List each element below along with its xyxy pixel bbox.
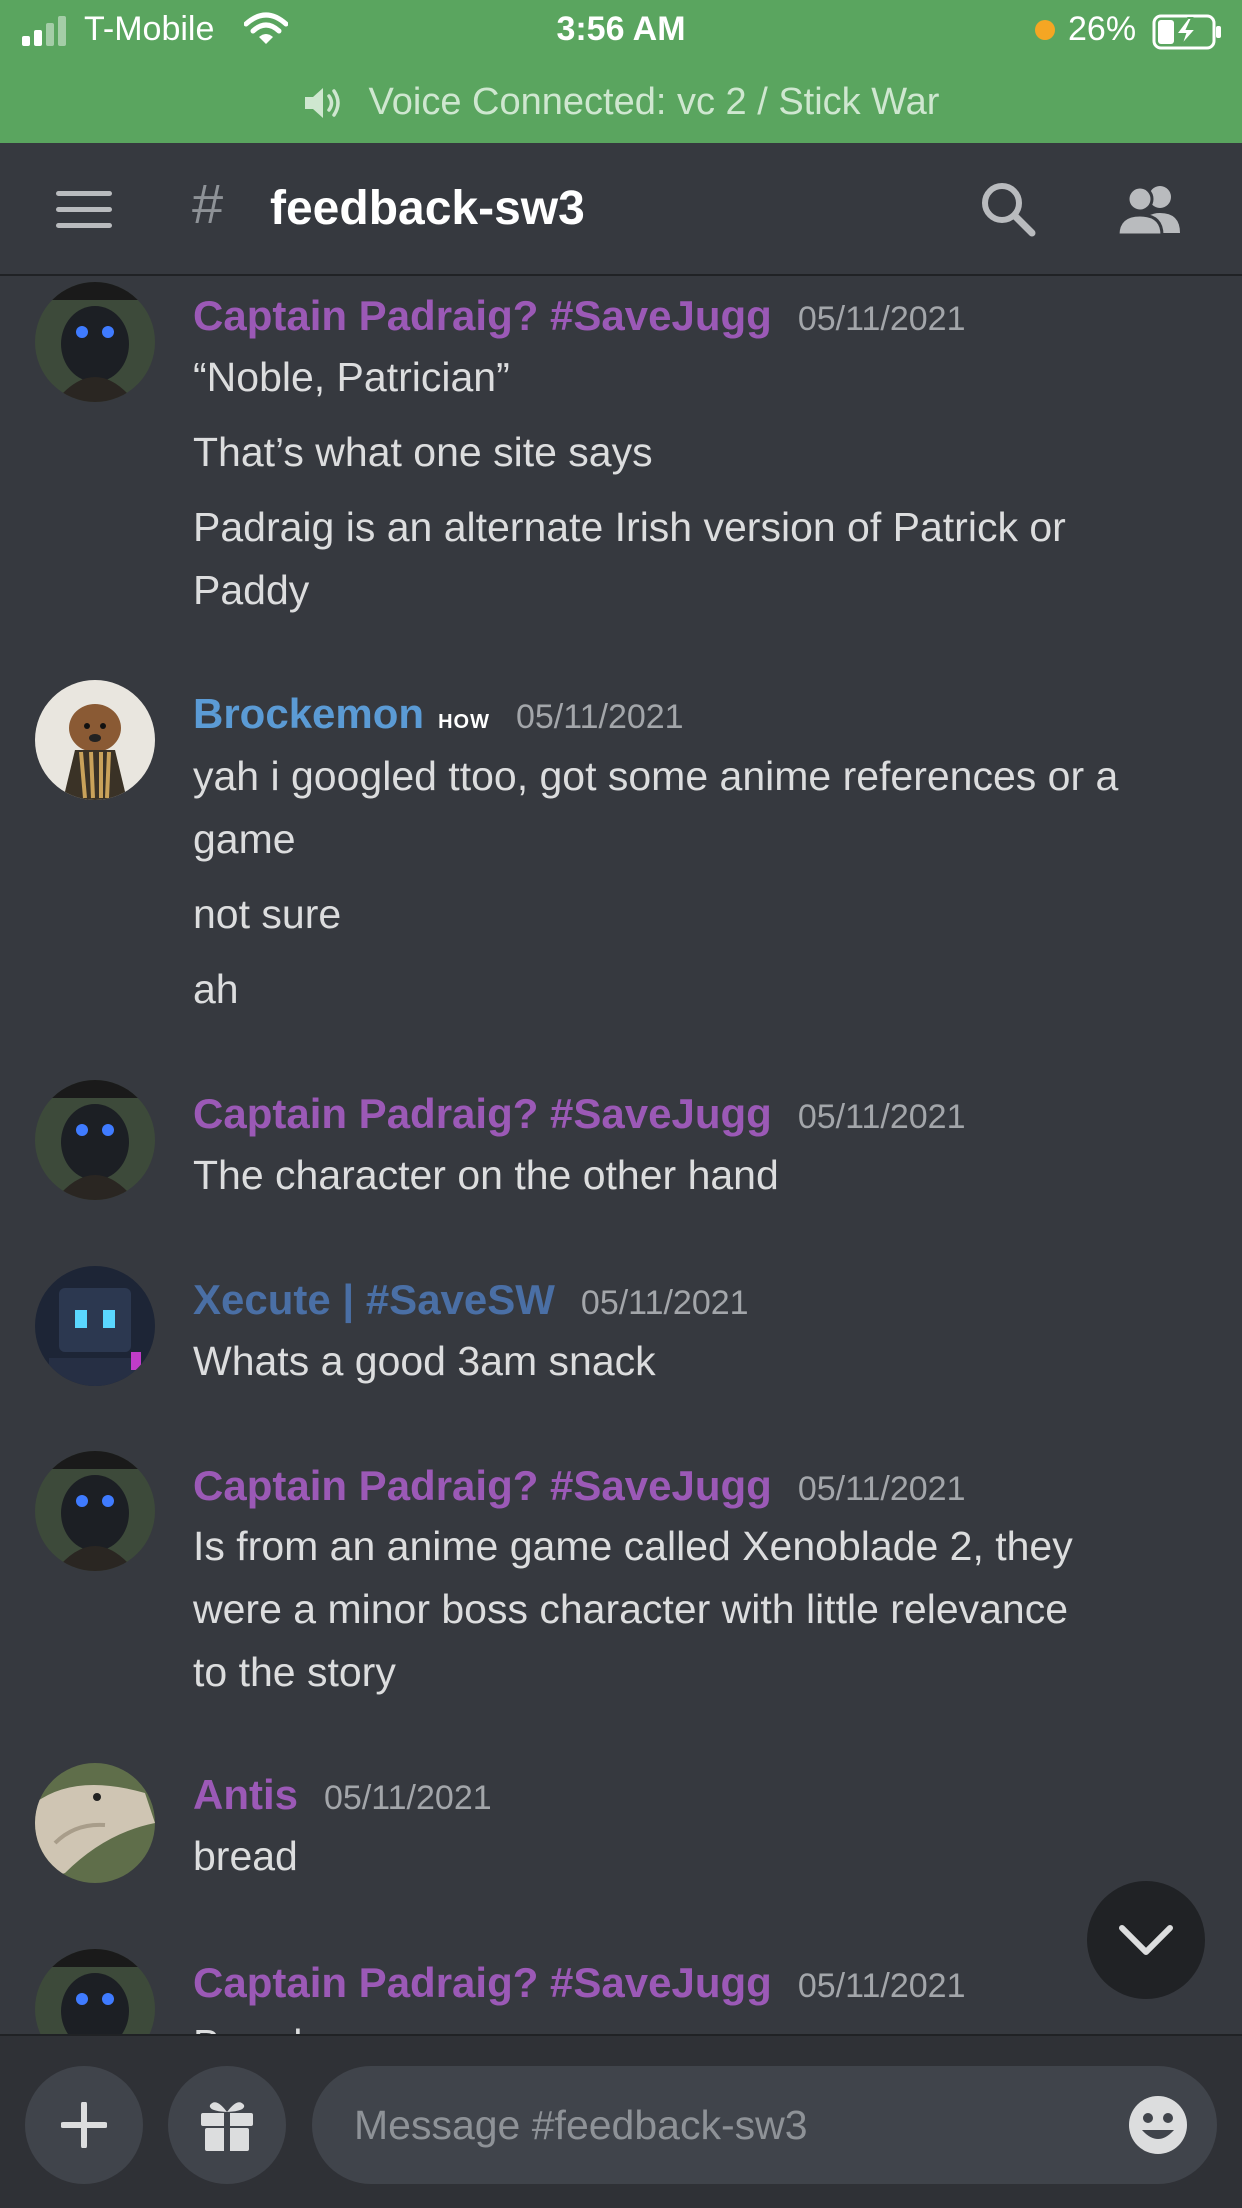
message-author[interactable]: Captain Padraig? #SaveJugg xyxy=(193,292,772,340)
channel-header: # feedback-sw3 xyxy=(0,143,1242,276)
message-author[interactable]: Antis xyxy=(193,1771,298,1819)
masked-character-avatar[interactable] xyxy=(35,1451,155,1571)
message-author[interactable]: Brockemon xyxy=(193,690,424,738)
message-text: not sure xyxy=(193,891,342,937)
channel-name: feedback-sw3 xyxy=(270,182,585,235)
message-text: game xyxy=(193,816,296,862)
gift-icon xyxy=(201,2102,253,2151)
lizard-avatar[interactable] xyxy=(35,1763,155,1883)
message-text: yah i googled ttoo, got some anime refer… xyxy=(193,753,1119,799)
message-header: Antis 05/11/2021 xyxy=(193,1771,492,1819)
jump-to-present-button[interactable] xyxy=(1087,1881,1205,1999)
clock: 3:56 AM xyxy=(556,10,686,48)
message-text: to the story xyxy=(193,1649,396,1695)
message-text: Paddy xyxy=(193,567,310,613)
user-tag: HOW xyxy=(438,711,490,733)
status-bar: T-Mobile 3:56 AM 26% xyxy=(0,0,1242,62)
message-text: That’s what one site says xyxy=(193,429,653,475)
voice-banner-text: Voice Connected: vc 2 / Stick War xyxy=(368,81,940,123)
add-attachment-button[interactable] xyxy=(25,2066,143,2184)
members-icon[interactable] xyxy=(1118,183,1184,237)
message-timestamp: 05/11/2021 xyxy=(580,1284,749,1322)
masked-character-avatar[interactable] xyxy=(35,1949,155,2034)
message-text: Whats a good 3am snack xyxy=(193,1338,656,1384)
message-text: were a minor boss character with little … xyxy=(193,1586,1069,1632)
battery-percent: 26% xyxy=(1068,10,1137,48)
message-timestamp: 05/11/2021 xyxy=(797,1470,966,1508)
speaker-icon xyxy=(304,87,340,118)
message-text: The character on the other hand xyxy=(193,1152,779,1198)
message-header: Captain Padraig? #SaveJugg 05/11/2021 xyxy=(193,1090,966,1138)
plus-icon xyxy=(61,2102,107,2148)
message-header: Captain Padraig? #SaveJugg 05/11/2021 xyxy=(193,1462,966,1510)
masked-character-avatar[interactable] xyxy=(35,282,155,402)
message-text: bread xyxy=(193,1833,298,1879)
message-author[interactable]: Captain Padraig? #SaveJugg xyxy=(193,1462,772,1510)
battery-charging-icon xyxy=(1152,14,1221,50)
privacy-indicator-dot xyxy=(1035,20,1055,40)
chevron-down-icon xyxy=(1119,1925,1173,1955)
message-timestamp: 05/11/2021 xyxy=(324,1779,492,1817)
message-input-placeholder: Message #feedback-sw3 xyxy=(354,2102,808,2148)
message-text: ah xyxy=(193,966,239,1012)
message-text: “Noble, Patrician” xyxy=(193,354,510,400)
message-header: Xecute | #SaveSW 05/11/2021 xyxy=(193,1276,749,1324)
message-author[interactable]: Xecute | #SaveSW xyxy=(193,1276,555,1324)
message-author[interactable]: Captain Padraig? #SaveJugg xyxy=(193,1959,772,2007)
dog-avatar[interactable] xyxy=(35,680,155,800)
channel-hash-icon: # xyxy=(192,172,224,235)
message-timestamp: 05/11/2021 xyxy=(515,698,684,736)
robot-avatar[interactable] xyxy=(35,1266,155,1386)
message-text: Padraig is an alternate Irish version of… xyxy=(193,504,1066,550)
masked-character-avatar[interactable] xyxy=(35,1080,155,1200)
emoji-icon[interactable] xyxy=(1127,2094,1189,2156)
message-timestamp: 05/11/2021 xyxy=(797,300,966,338)
message-timestamp: 05/11/2021 xyxy=(797,1967,966,2005)
message-author[interactable]: Captain Padraig? #SaveJugg xyxy=(193,1090,772,1138)
message-composer: Message #feedback-sw3 xyxy=(0,2034,1242,2208)
voice-connected-banner[interactable]: Voice Connected: vc 2 / Stick War xyxy=(0,62,1242,143)
search-icon[interactable] xyxy=(978,179,1038,239)
message-header: Captain Padraig? #SaveJugg 05/11/2021 xyxy=(193,1959,966,2007)
message-list[interactable]: Captain Padraig? #SaveJugg 05/11/2021 “N… xyxy=(0,278,1242,2034)
message-header: Captain Padraig? #SaveJugg 05/11/2021 xyxy=(193,292,966,340)
message-header: Brockemon HOW 05/11/2021 xyxy=(193,690,684,738)
menu-icon[interactable] xyxy=(56,191,112,229)
gift-button[interactable] xyxy=(168,2066,286,2184)
message-timestamp: 05/11/2021 xyxy=(797,1098,966,1136)
message-text: Is from an anime game called Xenoblade 2… xyxy=(193,1523,1073,1569)
message-input[interactable]: Message #feedback-sw3 xyxy=(312,2066,1217,2184)
message-text: Bread xyxy=(193,2013,1203,2034)
